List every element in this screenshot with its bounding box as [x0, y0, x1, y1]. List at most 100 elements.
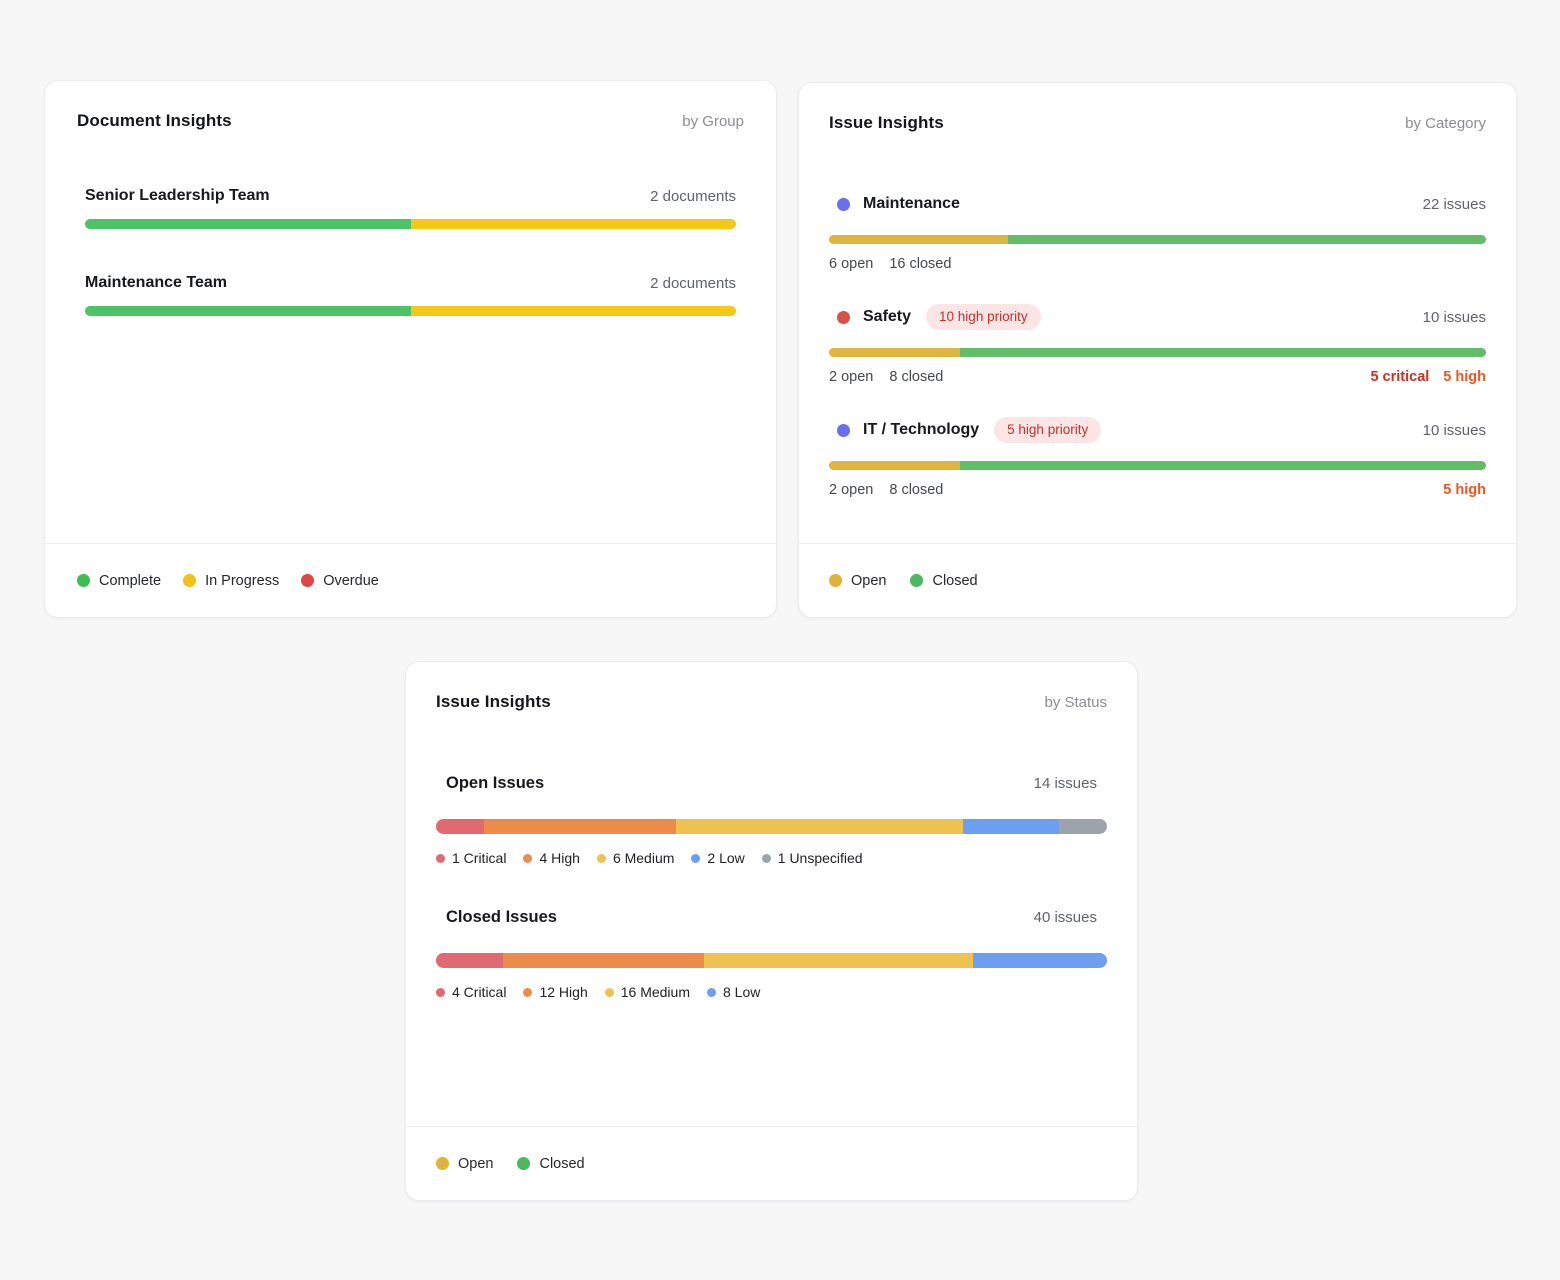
legend-item-complete: Complete [77, 573, 161, 589]
legend-item-medium: 16 Medium [605, 984, 690, 1000]
card-subtitle-by-group: by Group [682, 113, 744, 130]
bar-segment [484, 819, 676, 834]
category-row-it-technology: IT / Technology 5 high priority 10 issue… [829, 415, 1486, 498]
open-count: 2 open [829, 369, 873, 385]
bar-segment [963, 819, 1059, 834]
group-row-maintenance-team: Maintenance Team 2 documents [85, 274, 736, 316]
legend-label: Overdue [323, 573, 379, 589]
issue-count: 22 issues [1423, 196, 1486, 213]
card-body: Senior Leadership Team 2 documents Maint… [45, 131, 776, 543]
in-progress-dot-icon [183, 574, 196, 587]
bar-segment [960, 461, 1486, 470]
legend-item-critical: 4 Critical [436, 984, 506, 1000]
priority-alerts: 5 critical 5 high [1370, 369, 1486, 385]
card-body: Open Issues 14 issues 1 Critical 4 High [406, 712, 1137, 1126]
card-title: Issue Insights [436, 692, 551, 712]
card-header: Issue Insights by Category [799, 83, 1516, 133]
card-legend: Complete In Progress Overdue [45, 543, 776, 617]
high-dot-icon [523, 854, 532, 863]
legend-label: 6 Medium [613, 850, 674, 866]
category-dot-icon [837, 424, 850, 437]
low-dot-icon [691, 854, 700, 863]
issue-count: 14 issues [1034, 775, 1097, 792]
high-priority-badge: 10 high priority [926, 304, 1041, 331]
card-header: Issue Insights by Status [406, 662, 1137, 712]
closed-count: 8 closed [889, 369, 943, 385]
critical-dot-icon [436, 854, 445, 863]
issue-insights-status-card: Issue Insights by Status Open Issues 14 … [405, 661, 1138, 1201]
bar-segment [85, 306, 411, 316]
bar-segment [1008, 235, 1486, 244]
bar-segment [436, 819, 484, 834]
bar-segment [411, 306, 737, 316]
bar-segment [676, 819, 964, 834]
legend-item-open: Open [829, 573, 886, 589]
legend-item-closed: Closed [910, 573, 977, 589]
legend-item-critical: 1 Critical [436, 850, 506, 866]
document-status-bar [85, 306, 736, 316]
category-row-maintenance: Maintenance 22 issues 6 open 16 closed [829, 189, 1486, 272]
high-dot-icon [523, 988, 532, 997]
card-title: Issue Insights [829, 113, 944, 133]
legend-label: Closed [539, 1156, 584, 1172]
legend-item-in-progress: In Progress [183, 573, 279, 589]
open-dot-icon [436, 1157, 449, 1170]
legend-label: Open [458, 1156, 493, 1172]
category-name: Safety [863, 308, 911, 326]
legend-label: 1 Critical [452, 850, 506, 866]
legend-label: 12 High [539, 984, 587, 1000]
section-label: Open Issues [446, 774, 544, 793]
bar-segment [85, 219, 411, 229]
insights-dashboard: Document Insights by Group Senior Leader… [0, 0, 1560, 1280]
issue-status-bar [829, 348, 1486, 357]
medium-dot-icon [605, 988, 614, 997]
legend-label: 1 Unspecified [778, 850, 863, 866]
bar-segment [1059, 819, 1107, 834]
document-insights-card: Document Insights by Group Senior Leader… [44, 80, 777, 618]
priority-breakdown-bar [436, 953, 1107, 968]
legend-label: Closed [932, 573, 977, 589]
closed-dot-icon [517, 1157, 530, 1170]
card-legend: Open Closed [799, 543, 1516, 617]
card-legend: Open Closed [406, 1126, 1137, 1200]
legend-label: Open [851, 573, 886, 589]
category-name: IT / Technology [863, 421, 979, 439]
card-header: Document Insights by Group [45, 81, 776, 131]
legend-label: 4 High [539, 850, 579, 866]
open-count: 2 open [829, 482, 873, 498]
open-issues-section: Open Issues 14 issues 1 Critical 4 High [436, 774, 1107, 866]
overdue-dot-icon [301, 574, 314, 587]
category-dot-icon [837, 311, 850, 324]
legend-item-open: Open [436, 1156, 493, 1172]
open-dot-icon [829, 574, 842, 587]
group-name: Maintenance Team [85, 274, 227, 292]
unspecified-dot-icon [762, 854, 771, 863]
priority-breakdown-legend: 4 Critical 12 High 16 Medium 8 Low [436, 984, 1107, 1000]
legend-label: 8 Low [723, 984, 760, 1000]
bar-segment [829, 461, 960, 470]
issue-count: 10 issues [1423, 309, 1486, 326]
legend-label: 16 Medium [621, 984, 690, 1000]
legend-item-closed: Closed [517, 1156, 584, 1172]
issue-insights-category-card: Issue Insights by Category Maintenance 2… [798, 82, 1517, 618]
priority-breakdown-legend: 1 Critical 4 High 6 Medium 2 Low [436, 850, 1107, 866]
document-status-bar [85, 219, 736, 229]
closed-count: 8 closed [889, 482, 943, 498]
legend-label: In Progress [205, 573, 279, 589]
card-body: Maintenance 22 issues 6 open 16 closed [799, 133, 1516, 543]
issue-count: 10 issues [1423, 422, 1486, 439]
document-count: 2 documents [650, 188, 736, 205]
category-name: Maintenance [863, 195, 960, 213]
issue-status-bar [829, 461, 1486, 470]
issue-status-bar [829, 235, 1486, 244]
high-priority-badge: 5 high priority [994, 417, 1101, 444]
bar-segment [973, 953, 1107, 968]
open-count: 6 open [829, 256, 873, 272]
bar-segment [829, 348, 960, 357]
section-label: Closed Issues [446, 908, 557, 927]
bar-segment [829, 235, 1008, 244]
bar-segment [960, 348, 1486, 357]
legend-label: Complete [99, 573, 161, 589]
priority-alerts: 5 high [1443, 482, 1486, 498]
legend-item-unspecified: 1 Unspecified [762, 850, 863, 866]
